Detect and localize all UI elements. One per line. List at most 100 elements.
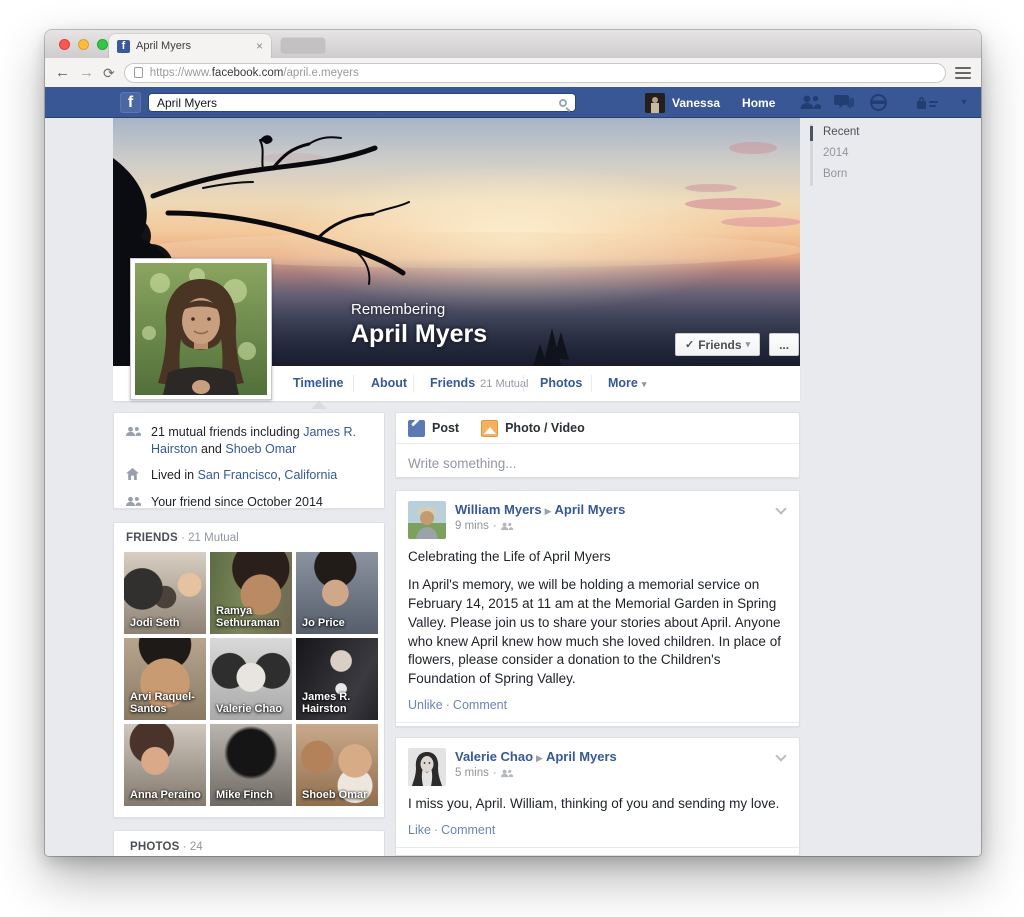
photo-icon [481, 420, 498, 437]
friend-name: Valerie Chao [216, 703, 288, 716]
lived-prefix: Lived in [151, 468, 198, 482]
profile-picture[interactable] [130, 258, 272, 400]
post-time: 5 mins· [455, 767, 617, 779]
new-tab-button[interactable] [281, 38, 325, 53]
friend-tile[interactable]: Ramya Sethuraman [210, 552, 292, 634]
post-author-link[interactable]: William Myers [455, 502, 542, 517]
back-button[interactable]: ← [55, 65, 70, 80]
account-menu-caret-icon[interactable]: ▾ [961, 97, 966, 108]
friend-tile[interactable]: James R. Hairston [296, 638, 378, 720]
friends-button[interactable]: ✓ Friends ▾ [675, 333, 760, 356]
friend-name: James R. Hairston [302, 691, 374, 716]
browser-tab[interactable]: f April Myers × [109, 34, 271, 58]
lived-in-row: Lived in San Francisco, California [126, 467, 372, 485]
post-time-text[interactable]: 9 mins [455, 520, 489, 532]
post-target-link[interactable]: April Myers [555, 502, 626, 517]
header-right: Vanessa Home ▾ [645, 87, 966, 118]
address-bar[interactable]: https://www.facebook.com/april.e.meyers [124, 63, 946, 83]
mutual-friends-icon [126, 424, 141, 458]
separator: · [181, 532, 185, 544]
friend-tile[interactable]: Jodi Seth [124, 552, 206, 634]
post-header: William Myers▶April Myers 9 mins· [396, 491, 799, 539]
facebook-logo[interactable]: f [120, 92, 141, 113]
post-author-link[interactable]: Valerie Chao [455, 749, 533, 764]
messages-icon[interactable] [833, 95, 855, 110]
post-valerie: Valerie Chao▶April Myers 5 mins· I miss … [395, 737, 800, 856]
friend-name: Ramya Sethuraman [216, 605, 288, 630]
post-byline: Valerie Chao▶April Myers [455, 748, 617, 765]
mutual-friend-link[interactable]: Shoeb Omar [225, 442, 296, 456]
tab-timeline[interactable]: Timeline [293, 366, 343, 401]
post-actions: Unlike·Comment [396, 689, 799, 722]
chevron-right-icon: ▶ [536, 753, 543, 763]
friend-tile[interactable]: Jo Price [296, 552, 378, 634]
nav-born[interactable]: Born [823, 168, 847, 180]
tab-title: April Myers [136, 40, 250, 52]
avatar[interactable] [408, 501, 446, 539]
minimize-window-button[interactable] [78, 39, 89, 50]
post-menu-chevron-icon[interactable] [775, 750, 786, 761]
close-window-button[interactable] [59, 39, 70, 50]
state-link[interactable]: California [284, 468, 337, 482]
tab-more[interactable]: More▾ [608, 366, 646, 401]
tab-about-label: About [371, 376, 407, 390]
friends-grid: Jodi Seth Ramya Sethuraman Jo Price Arvi… [122, 552, 376, 806]
caret-down-icon: ▾ [746, 339, 751, 350]
friends-box-header[interactable]: FRIENDS · 21 Mutual [122, 532, 376, 552]
avatar[interactable] [645, 93, 665, 113]
friend-tile[interactable]: Anna Peraino [124, 724, 206, 806]
browser-window: f April Myers × ← → ⟳ https://www.facebo… [45, 30, 981, 856]
dot: · [446, 698, 450, 712]
tab-about[interactable]: About [371, 366, 407, 401]
window-controls [59, 39, 108, 50]
forward-button[interactable]: → [79, 65, 94, 80]
zoom-window-button[interactable] [97, 39, 108, 50]
facebook-search-input[interactable]: April Myers [148, 93, 576, 112]
browser-menu-icon[interactable] [955, 67, 971, 79]
friend-name: Shoeb Omar [302, 789, 374, 802]
profile-link[interactable]: Vanessa [672, 96, 720, 110]
tab-timeline-label: Timeline [293, 376, 343, 390]
like-link[interactable]: Like [408, 823, 431, 837]
dot: · [493, 520, 497, 532]
more-options-button[interactable]: ... [769, 333, 799, 356]
composer-tab-post[interactable]: Post [408, 420, 459, 437]
photos-box-header[interactable]: PHOTOS · 24 [126, 841, 372, 856]
friends-box-title: FRIENDS [126, 532, 178, 544]
search-icon[interactable] [559, 99, 567, 107]
pencil-icon [408, 420, 425, 437]
remembering-label: Remembering [351, 301, 445, 318]
friend-tile[interactable]: Mike Finch [210, 724, 292, 806]
city-link[interactable]: San Francisco [198, 468, 278, 482]
post-menu-chevron-icon[interactable] [775, 503, 786, 514]
nav-2014[interactable]: 2014 [823, 147, 849, 159]
privacy-shortcuts-icon[interactable] [917, 96, 939, 110]
close-tab-icon[interactable]: × [256, 39, 263, 53]
tab-photos[interactable]: Photos [540, 366, 582, 401]
friend-tile[interactable]: Valerie Chao [210, 638, 292, 720]
likes-suffix: likes this. [508, 855, 563, 856]
post-composer: Post Photo / Video Write something... [395, 412, 800, 478]
check-icon: ✓ [685, 338, 694, 351]
reload-button[interactable]: ⟳ [103, 66, 115, 80]
dot: · [434, 823, 438, 837]
home-link[interactable]: Home [742, 96, 775, 110]
url-path: /april.e.meyers [283, 67, 358, 79]
tab-friends[interactable]: Friends21 Mutual [430, 366, 528, 401]
composer-tab-photo-video[interactable]: Photo / Video [481, 420, 585, 437]
post-time-text[interactable]: 5 mins [455, 767, 489, 779]
nav-recent[interactable]: Recent [823, 126, 859, 138]
notifications-globe-icon[interactable] [867, 94, 889, 111]
comment-link[interactable]: Comment [441, 823, 495, 837]
comment-link[interactable]: Comment [453, 698, 507, 712]
unlike-link[interactable]: Unlike [408, 698, 443, 712]
friends-box: FRIENDS · 21 Mutual Jodi Seth Ramya Seth… [113, 522, 385, 818]
composer-input[interactable]: Write something... [396, 444, 799, 483]
friend-tile[interactable]: Shoeb Omar [296, 724, 378, 806]
friend-tile[interactable]: Arvi Raquel-Santos [124, 638, 206, 720]
tab-friends-label: Friends [430, 376, 475, 390]
liker-link[interactable]: William Myers [430, 855, 508, 856]
post-target-link[interactable]: April Myers [546, 749, 617, 764]
friend-requests-icon[interactable] [799, 95, 821, 110]
avatar[interactable] [408, 748, 446, 786]
